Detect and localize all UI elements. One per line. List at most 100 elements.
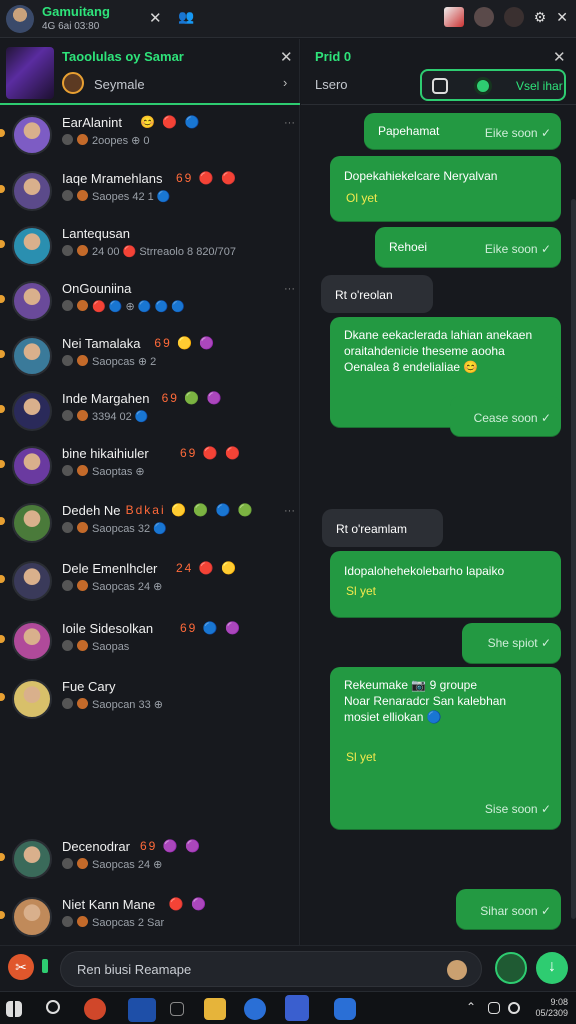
unread-dot xyxy=(0,295,5,303)
avatar[interactable] xyxy=(12,115,52,155)
conversation-row[interactable]: Decenodrar 69 🟣 🟣 Saopcas 24 ⊕ xyxy=(0,839,300,889)
conversation-meta: 2oopes ⊕ 0 xyxy=(62,134,150,147)
avatar[interactable] xyxy=(12,503,52,543)
outgoing-message[interactable]: Cease soon ✓ xyxy=(450,396,561,436)
scrollbar[interactable] xyxy=(571,199,576,919)
contact-name: Dele Emenlhcler xyxy=(62,561,158,576)
close-window-icon[interactable]: ✕ xyxy=(556,9,568,26)
conversation-meta-text: Saopcan 33 ⊕ xyxy=(92,699,163,711)
avatar[interactable] xyxy=(12,897,52,937)
people-icon[interactable]: 👥 xyxy=(178,9,200,27)
incoming-message[interactable]: Rt o'reamlam xyxy=(322,509,443,547)
incoming-message[interactable]: Rt o'reolan xyxy=(321,275,433,313)
more-icon[interactable]: ··· xyxy=(284,117,295,129)
close-chat-icon[interactable]: ✕ xyxy=(553,48,566,66)
avatar[interactable] xyxy=(12,281,52,321)
meta-icon xyxy=(77,916,88,927)
conversation-row[interactable]: OnGouniina 🔴 🔵 ⊕ 🔵 🔵 🔵 ··· xyxy=(0,281,300,331)
avatar[interactable] xyxy=(12,171,52,211)
meta-icon xyxy=(62,134,73,145)
clock-time: 9:08 xyxy=(550,997,568,1007)
avatar[interactable] xyxy=(12,391,52,431)
conversation-row[interactable]: Dedeh Ne Bdkai 🟡 🟢 🔵 🟢 Saopcas 32 🔵 ··· xyxy=(0,503,300,553)
conversation-row[interactable]: Niet Kann Mane 🔴 🟣 Saopcas 2 Sar xyxy=(0,897,300,947)
avatar[interactable] xyxy=(12,679,52,719)
avatar[interactable] xyxy=(12,226,52,266)
message-tag: Sl yet xyxy=(346,750,377,764)
send-button[interactable]: ↓ xyxy=(536,952,568,984)
status-emojis: 69 🔴 🔴 xyxy=(180,446,242,460)
app-icon[interactable] xyxy=(128,998,156,1022)
meta-icon xyxy=(62,698,73,709)
active-app-icon[interactable] xyxy=(285,995,309,1021)
contact-name: Niet Kann Mane xyxy=(62,897,156,912)
outgoing-message[interactable]: Papehamat Eike soon ✓ xyxy=(364,113,561,149)
message-input[interactable]: Ren biusi Reamape xyxy=(60,951,482,987)
chevron-right-icon[interactable]: › xyxy=(283,75,287,90)
close-icon[interactable]: ✕ xyxy=(149,9,162,27)
status-toggle[interactable] xyxy=(474,77,492,95)
folder-icon[interactable] xyxy=(204,998,226,1020)
conversation-row[interactable]: EarAlanint 😊 🔴 🔵 2oopes ⊕ 0 ··· xyxy=(0,115,300,165)
avatar[interactable] xyxy=(12,839,52,879)
wifi-icon[interactable]: ⌃ xyxy=(466,1000,488,1022)
conversation-meta-text: Saopcas ⊕ 2 xyxy=(92,356,157,368)
chat-app-icon[interactable] xyxy=(334,998,356,1020)
gift-icon[interactable] xyxy=(443,7,464,27)
profile-icon[interactable] xyxy=(473,7,494,27)
more-icon[interactable]: ··· xyxy=(284,283,295,295)
message-text: Rt o'reolan xyxy=(335,288,393,302)
settings-icon[interactable]: ⚙ xyxy=(534,9,547,26)
status-emojis: 69 🔴 🔴 xyxy=(176,171,238,185)
outgoing-message[interactable]: Rekeumake 📷 9 groupe Noar Renaradcr San … xyxy=(330,667,561,829)
conversation-row[interactable]: Iaqe Mramehlans 69 🔴 🔴 Saopes 42 1 🔵 xyxy=(0,171,300,221)
clock-date: 05/2309 xyxy=(535,1008,568,1018)
history-icon[interactable] xyxy=(432,78,448,94)
window-icon[interactable] xyxy=(170,1002,184,1016)
conversation-row[interactable]: Nei Tamalaka 69 🟡 🟣 Saopcas ⊕ 2 xyxy=(0,336,300,386)
avatar[interactable] xyxy=(12,336,52,376)
conversation-row[interactable]: bine hikaihiuler 69 🔴 🔴 Saoptas ⊕ xyxy=(0,446,300,496)
app-avatar xyxy=(6,5,34,33)
conversation-meta: Saopcas 2 Sar xyxy=(62,916,164,929)
outgoing-message[interactable]: She spiot ✓ xyxy=(462,623,561,663)
meta-icon xyxy=(77,134,88,145)
meta-icon xyxy=(62,465,73,476)
message-time: Sihar soon ✓ xyxy=(480,904,551,918)
outgoing-message[interactable]: Idopalohehekolebarho lapaiko Sl yet xyxy=(330,551,561,617)
edge-icon[interactable] xyxy=(244,998,266,1020)
contact-name: bine hikaihiuler xyxy=(62,446,149,461)
tools-icon[interactable]: ✂ xyxy=(8,954,34,980)
more-icon[interactable]: ··· xyxy=(284,505,295,517)
conversation-row[interactable]: Lantequsan 24 00 🔴 Strreaolo 8 820/707 xyxy=(0,226,300,276)
contact-icon[interactable] xyxy=(503,7,524,27)
conversation-meta-text: Saopas xyxy=(92,641,130,653)
message-tag: Ol yet xyxy=(346,191,378,205)
outgoing-message[interactable]: Dopekahiekelcare Neryalvan Ol yet xyxy=(330,156,561,221)
avatar[interactable] xyxy=(12,621,52,661)
list-header: Taoolulas oy Samar ✕ Seymale › xyxy=(0,39,300,105)
search-icon[interactable] xyxy=(46,1000,60,1014)
conversation-row[interactable]: Ioile Sidesolkan 69 🔵 🟣 Saopas xyxy=(0,621,300,671)
attach-icon[interactable] xyxy=(495,952,527,984)
avatar[interactable] xyxy=(12,561,52,601)
emoji-icon[interactable] xyxy=(447,960,467,980)
outgoing-message[interactable]: Sihar soon ✓ xyxy=(456,889,561,929)
outgoing-message[interactable]: Rehoei Eike soon ✓ xyxy=(375,227,561,267)
meta-icon xyxy=(77,190,88,201)
browser-icon[interactable] xyxy=(84,998,106,1020)
status-emojis: 😊 🔴 🔵 xyxy=(140,115,202,129)
meta-icon xyxy=(62,522,73,533)
volume-icon[interactable] xyxy=(508,1002,520,1014)
start-icon[interactable] xyxy=(6,1001,22,1017)
conversation-row[interactable]: Inde Margahen 69 🟢 🟣 3394 02 🔵 xyxy=(0,391,300,441)
battery-icon[interactable] xyxy=(488,1002,500,1014)
message-time: Eike soon ✓ xyxy=(484,126,551,140)
clock[interactable]: 9:08 05/2309 xyxy=(535,997,568,1019)
conversation-row[interactable]: Dele Emenlhcler 24 🔴 🟡 Saopcas 24 ⊕ xyxy=(0,561,300,611)
close-list-icon[interactable]: ✕ xyxy=(280,48,293,66)
meta-icon xyxy=(77,300,88,311)
conversation-row[interactable]: Fue Cary Saopcan 33 ⊕ xyxy=(0,679,300,729)
avatar[interactable] xyxy=(12,446,52,486)
status-label[interactable]: Vsel ihar xyxy=(516,79,563,93)
